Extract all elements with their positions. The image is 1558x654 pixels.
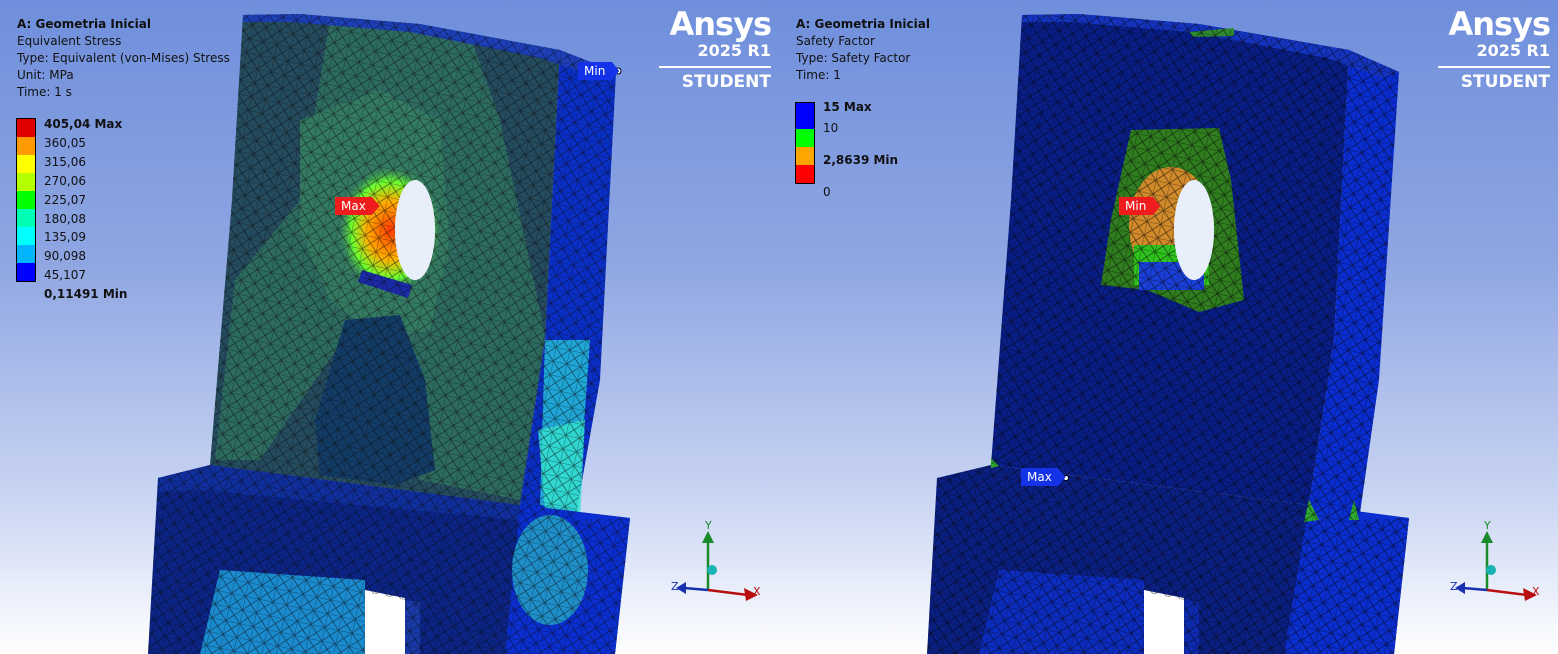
result-time: Time: 1 (796, 68, 841, 82)
result-name: Safety Factor (796, 34, 875, 48)
legend-swatch (17, 263, 35, 281)
legend-swatch (17, 173, 35, 191)
legend-label: 180,08 (44, 211, 86, 226)
ansys-logo: Ansys 2025 R1 STUDENT (659, 5, 773, 92)
axis-y-label: Y (1483, 519, 1491, 532)
legend-swatch (17, 245, 35, 263)
legend-label: 90,098 (44, 249, 86, 264)
legend-swatch (796, 156, 814, 165)
legend-label: 2,8639 Min (823, 153, 899, 167)
legend-label: 15 Max (823, 100, 872, 114)
legend-swatch (796, 129, 814, 147)
legend-label: 405,04 Max (44, 117, 123, 131)
brand-version: 2025 R1 (697, 41, 771, 60)
axis-z-label: Z (1450, 580, 1458, 593)
min-probe-tag[interactable]: Min (1119, 197, 1161, 215)
axis-triad-icon[interactable]: Y X Z (670, 515, 770, 605)
brand-name: Ansys (1448, 5, 1552, 43)
legend-swatch (796, 165, 814, 183)
legend-label: 0,11491 Min (44, 287, 128, 302)
legend-swatch (796, 103, 814, 129)
axis-triad-icon[interactable]: Y X Z (1449, 515, 1549, 605)
result-time: Time: 1 s (17, 85, 72, 99)
result-type: Type: Safety Factor (796, 51, 911, 65)
result-info-panel: A: Geometria Inicial Equivalent Stress T… (17, 16, 230, 101)
legend-label: 225,07 (44, 192, 86, 207)
legend-label: 10 (823, 121, 839, 135)
legend-color-bar (16, 118, 36, 282)
safety-factor-viewport[interactable]: A: Geometria Inicial Safety Factor Type:… (779, 0, 1558, 654)
result-unit: Unit: MPa (17, 68, 74, 82)
stress-viewport[interactable]: A: Geometria Inicial Equivalent Stress T… (0, 0, 779, 654)
axis-z-label: Z (671, 580, 679, 593)
brand-divider (659, 66, 771, 68)
result-name: Equivalent Stress (17, 34, 122, 48)
analysis-title: A: Geometria Inicial (17, 17, 151, 31)
result-type: Type: Equivalent (von-Mises) Stress (17, 51, 230, 65)
legend-label: 270,06 (44, 173, 86, 188)
safety-model-render (927, 14, 1409, 654)
legend-color-bar (795, 102, 815, 184)
axis-x-label: X (1532, 585, 1540, 598)
max-probe-tag[interactable]: Max (1021, 468, 1066, 486)
brand-edition: STUDENT (1460, 72, 1550, 92)
legend-swatch (17, 209, 35, 227)
legend-swatch (17, 119, 35, 137)
axis-x-label: X (753, 585, 761, 598)
legend-label: 45,107 (44, 268, 86, 283)
legend-label: 360,05 (44, 135, 86, 150)
legend-swatch (17, 137, 35, 155)
legend-label: 315,06 (44, 154, 86, 169)
ansys-logo: Ansys 2025 R1 STUDENT (1438, 5, 1552, 92)
brand-version: 2025 R1 (1476, 41, 1550, 60)
legend-swatch (796, 147, 814, 156)
legend-label: 135,09 (44, 230, 86, 245)
brand-edition: STUDENT (681, 72, 771, 92)
result-info-panel: A: Geometria Inicial Safety Factor Type:… (796, 16, 930, 84)
min-probe-tag[interactable]: Min (578, 62, 620, 80)
brand-divider (1438, 66, 1550, 68)
legend-swatch (17, 191, 35, 209)
legend-swatch (17, 227, 35, 245)
axis-y-label: Y (704, 519, 712, 532)
legend-label: 0 (823, 185, 831, 199)
legend-swatch (17, 155, 35, 173)
analysis-title: A: Geometria Inicial (796, 17, 930, 31)
brand-name: Ansys (669, 5, 773, 43)
max-probe-tag[interactable]: Max (335, 197, 380, 215)
